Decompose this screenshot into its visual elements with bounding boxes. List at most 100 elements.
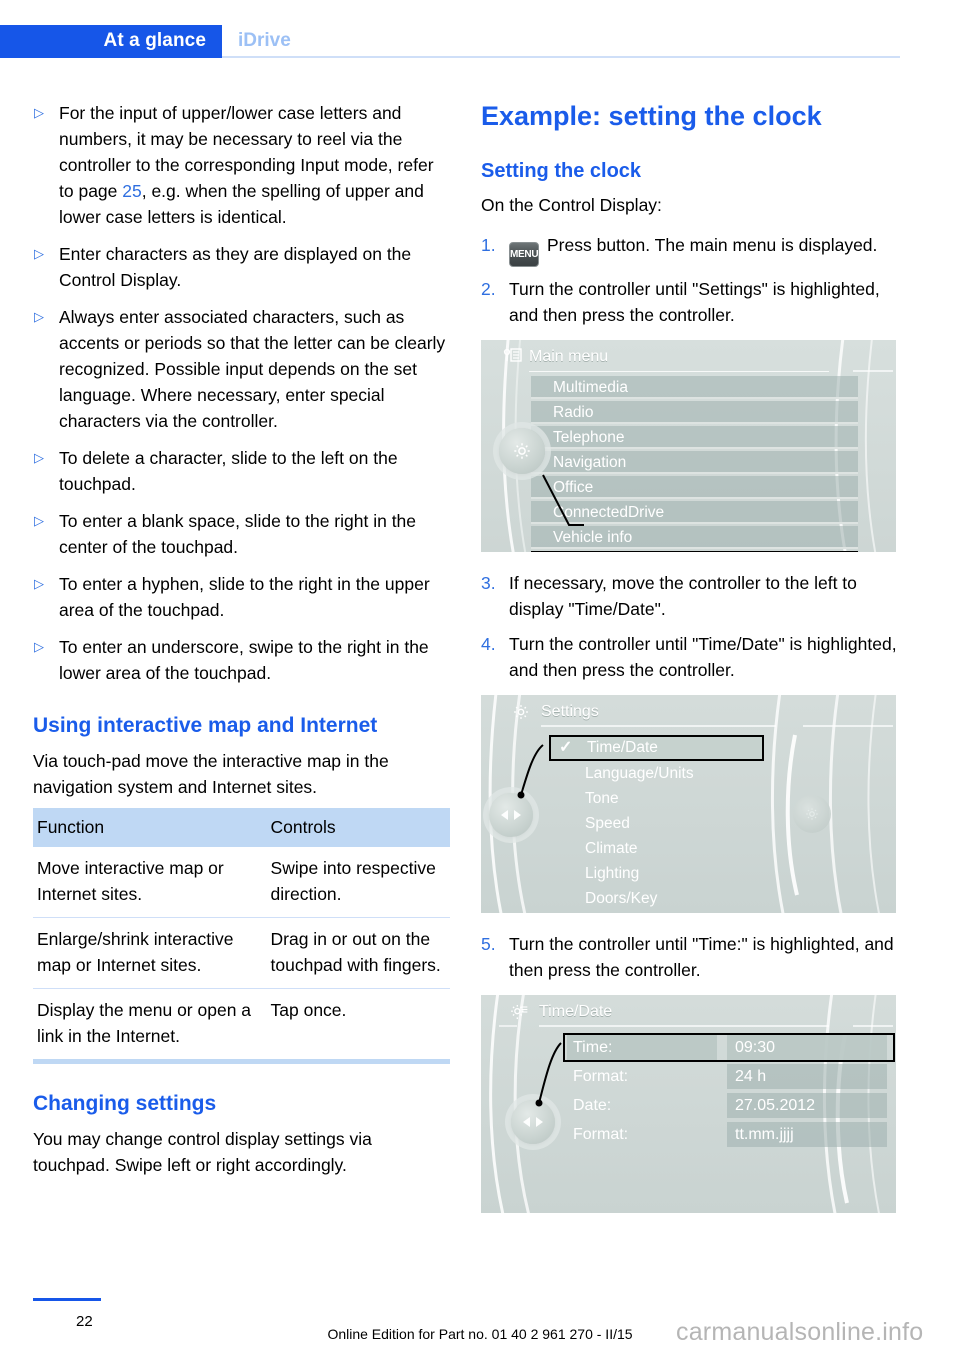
gear-icon [511, 702, 531, 720]
table-cell-function: Move interactive map or Internet sites. [37, 858, 224, 904]
list-item: ▷ Enter characters as they are displayed… [33, 241, 450, 293]
table-cell-control: Tap once. [266, 988, 450, 1059]
screenshot-main-menu: Main menu Multimedia Radio Telephone Nav… [481, 340, 896, 552]
settings-item-language-units[interactable]: Language/Units [549, 761, 764, 786]
step-text: Turn the controller until "Time/Date" is… [509, 634, 897, 680]
table-header-controls: Controls [266, 808, 450, 847]
settings-item-lighting[interactable]: Lighting [549, 861, 764, 886]
triangle-bullet-icon: ▷ [34, 309, 44, 324]
triangle-bullet-icon: ▷ [34, 450, 44, 465]
gear-icon [806, 808, 818, 820]
menu-button-icon[interactable]: MENU [509, 242, 539, 267]
list-item-text: To enter a hyphen, slide to the right in… [59, 574, 430, 620]
settings-item-speed[interactable]: Speed [549, 811, 764, 836]
gear-icon [514, 443, 530, 459]
list-item-step: 2. Turn the controller until "Settings" … [481, 276, 901, 328]
time-date-row-format-date[interactable]: Format: tt.mm.jjjj [559, 1122, 887, 1147]
screen-background: Main menu Multimedia Radio Telephone Nav… [481, 340, 896, 552]
triangle-bullet-icon: ▷ [34, 513, 44, 528]
settings-item-tone[interactable]: Tone [549, 786, 764, 811]
controller-knob-gear[interactable] [499, 428, 545, 474]
row-value: 24 h [727, 1064, 887, 1089]
input-tips-list: ▷ For the input of upper/lower case lett… [33, 100, 450, 686]
table-header-function: Function [33, 808, 267, 847]
screen-title-main-menu: Main menu [529, 348, 609, 365]
screen-background: Settings ✓ Time/Date Language/Units Tone… [481, 695, 896, 913]
list-item-step: 4. Turn the controller until "Time/Date"… [481, 631, 901, 683]
list-item-step: 3. If necessary, move the controller to … [481, 570, 901, 622]
time-date-row-format-time[interactable]: Format: 24 h [559, 1064, 887, 1089]
row-key: Date: [573, 1097, 612, 1114]
step-number: 3. [481, 573, 496, 593]
watermark: carmanualsonline.info [676, 1318, 924, 1346]
section-heading-changing-settings: Changing settings [33, 1092, 217, 1115]
menu-item-vehicle-info[interactable]: Vehicle info [531, 526, 858, 549]
settings-item-time-date-selected[interactable]: ✓ Time/Date [549, 735, 764, 761]
menu-item-connecteddrive[interactable]: ConnectedDrive [531, 501, 858, 524]
checkmark-icon: ✓ [559, 739, 573, 756]
settings-item-doors-key[interactable]: Doors/Key [549, 886, 764, 911]
list-item: ▷ For the input of upper/lower case lett… [33, 100, 450, 230]
step-text: If necessary, move the controller to the… [509, 573, 857, 619]
menu-item-navigation[interactable]: Navigation [531, 451, 858, 474]
menu-item-telephone[interactable]: Telephone [531, 426, 858, 449]
header-rule-blue [0, 56, 222, 58]
triangle-bullet-icon: ▷ [34, 639, 44, 654]
list-item-text: To enter an underscore, swipe to the rig… [59, 637, 429, 683]
secondary-knob[interactable] [793, 795, 831, 833]
controller-dpad-left-right[interactable] [489, 793, 533, 837]
step-text: Turn the controller until "Settings" is … [509, 279, 880, 325]
triangle-bullet-icon: ▷ [34, 246, 44, 261]
table-row: Display the menu or open a link in the I… [33, 988, 450, 1059]
list-item-text: Always enter associated characters, such… [59, 307, 446, 431]
step-number: 1. [481, 235, 496, 255]
menu-item-radio[interactable]: Radio [531, 401, 858, 424]
menu-item-multimedia[interactable]: Multimedia [531, 376, 858, 399]
page-reference-link[interactable]: 25 [122, 181, 141, 201]
list-item-step: 1. MENU Press button. The main menu is di… [481, 232, 901, 267]
table-cell-function: Display the menu or open a link in the I… [33, 988, 267, 1059]
table-row: Move interactive map or Internet sites. … [33, 847, 450, 918]
list-item: ▷ To enter an underscore, swipe to the r… [33, 634, 450, 686]
footer-rule [33, 1298, 101, 1301]
row-key: Format: [573, 1126, 629, 1143]
page-header: At a glance iDrive [0, 25, 900, 56]
table-header-row: Function Controls [33, 808, 450, 847]
screen-title-settings: Settings [541, 703, 599, 720]
row-key: Time: [567, 1035, 717, 1060]
list-item: ▷ To delete a character, slide to the le… [33, 445, 450, 497]
row-key: Format: [573, 1068, 629, 1085]
steps-list-part-3: 5. Turn the controller until "Time:" is … [481, 931, 901, 983]
list-item-text: To enter a blank space, slide to the rig… [59, 511, 417, 557]
page-title: Example: setting the clock [481, 101, 822, 131]
header-tab-at-a-glance[interactable]: At a glance [0, 25, 222, 56]
controller-dpad-left-right[interactable] [511, 1100, 555, 1144]
menu-item-office[interactable]: Office [531, 476, 858, 499]
screenshot-settings: Settings ✓ Time/Date Language/Units Tone… [481, 695, 896, 913]
section-heading-interactive-map: Using interactive map and Internet [33, 714, 378, 737]
header-tab-idrive[interactable]: iDrive [222, 25, 900, 56]
list-item-step: 5. Turn the controller until "Time:" is … [481, 931, 901, 983]
time-date-row-time[interactable]: Time: 09:30 [559, 1033, 895, 1062]
step-number: 5. [481, 934, 496, 954]
step-text: MENU Press button. The main menu is displ… [509, 232, 901, 267]
list-item-text: Enter characters as they are displayed o… [59, 244, 412, 290]
list-item: ▷ To enter a blank space, slide to the r… [33, 508, 450, 560]
menu-item-settings-selected[interactable]: Settings [531, 551, 858, 552]
gear-list-icon [509, 1002, 529, 1020]
steps-list-part-2: 3. If necessary, move the controller to … [481, 570, 901, 683]
intro-text-interactive-map: Via touch-pad move the interactive map i… [33, 751, 389, 797]
steps-list-part-1: 1. MENU Press button. The main menu is di… [481, 232, 901, 328]
list-item: ▷ To enter a hyphen, slide to the right … [33, 571, 450, 623]
list-item-text: For the input of upper/lower case letter… [59, 100, 450, 230]
controls-table: Function Controls Move interactive map o… [33, 808, 450, 1059]
table-cell-control: Swipe into respective direction. [270, 858, 436, 904]
row-value: 27.05.2012 [727, 1093, 887, 1118]
time-date-row-date[interactable]: Date: 27.05.2012 [559, 1093, 887, 1118]
left-column: ▷ For the input of upper/lower case lett… [33, 100, 450, 1184]
step-text: Turn the controller until "Time:" is hig… [509, 934, 894, 980]
triangle-bullet-icon: ▷ [34, 576, 44, 591]
row-value: 09:30 [727, 1035, 887, 1060]
settings-item-climate[interactable]: Climate [549, 836, 764, 861]
table-bottom-rule [33, 1059, 450, 1064]
